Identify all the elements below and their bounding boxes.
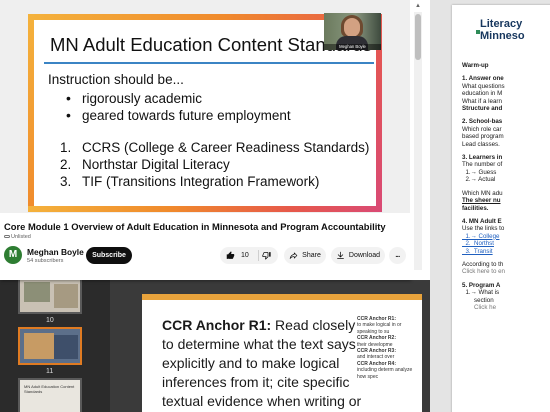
document-line: based program	[462, 133, 504, 141]
video-player-window: MN Adult Education Content Standards Ins…	[0, 0, 410, 280]
thumbnail-image	[54, 335, 78, 359]
side-note: CCR Anchor R1: to make logical in or spea…	[357, 316, 402, 335]
side-note: CCR Anchor R4: including determ analyze h…	[357, 360, 413, 380]
side-note: CCR Anchor R3: and interact over	[357, 348, 396, 361]
slide-number: 10	[46, 317, 54, 324]
slide-numbered-list: 1. CCRS (College & Career Readiness Stand…	[60, 139, 369, 190]
document-window: Literacy Minneso Warm-up 1. Answer one Wha…	[430, 0, 550, 412]
document-line: Use the links to	[462, 225, 505, 233]
slide-body-text[interactable]: CCR Anchor R1: Read closely to determine…	[162, 316, 362, 411]
download-icon	[337, 251, 344, 259]
slide-number: 11	[46, 368, 54, 375]
current-slide[interactable]: CCR Anchor R1: Read closely to determine…	[142, 294, 422, 412]
channel-avatar[interactable]: M	[4, 246, 22, 264]
document-line: education in M	[462, 90, 503, 98]
video-title: Core Module 1 Overview of Adult Educatio…	[4, 221, 386, 232]
share-button[interactable]: Share	[284, 247, 326, 264]
document-line: Click he	[462, 303, 497, 311]
logo-mark-icon	[476, 30, 480, 34]
share-icon	[289, 252, 298, 259]
slide-numbered-item: 2. Northstar Digital Literacy	[60, 157, 230, 172]
slide-title-rule	[44, 62, 374, 64]
slide-border-left	[28, 14, 34, 212]
thumbnail-image	[24, 333, 54, 359]
divider	[258, 250, 259, 261]
slide-numbered-item: 1. CCRS (College & Career Readiness Stand…	[60, 140, 370, 155]
thumbs-up-icon	[226, 251, 235, 259]
document-line: section	[462, 296, 494, 304]
webcam-name-label: Meghan Boyle	[324, 44, 381, 50]
document-line: What questions	[462, 82, 505, 90]
document-line: The sheer nu	[462, 197, 501, 205]
thumbnail-title: MN Adult Education Content Standards	[24, 384, 75, 394]
slide-bullet: rigorously academic	[66, 90, 291, 107]
visibility-badge: Unlisted	[4, 234, 31, 240]
presenter-webcam: Meghan Boyle	[324, 13, 381, 50]
slide-bullet: geared towards future employment	[66, 107, 291, 124]
share-label: Share	[302, 252, 321, 259]
document-line[interactable]: 1.→ College	[462, 233, 550, 240]
side-note: CCR Anchor R2: their developme	[357, 335, 396, 348]
document-line[interactable]: 2. Northst	[462, 240, 550, 247]
scroll-up-arrow-icon[interactable]: ▲	[414, 2, 422, 10]
document-line: According to th	[462, 260, 504, 268]
slide-anchor-label: CCR Anchor R1:	[162, 317, 272, 333]
document-line: Lead classes.	[462, 140, 500, 148]
document-line: Which MN adu	[462, 189, 503, 197]
document-line: What if a learn	[462, 97, 502, 105]
slide-bullet-list: rigorously academic geared towards futur…	[66, 90, 291, 124]
thumbnail-image	[24, 282, 50, 302]
document-line: 1.→ What is	[462, 289, 500, 297]
document-line: Warm-up	[462, 62, 489, 69]
document-line: Structure and	[462, 105, 503, 113]
scrollbar-thumb[interactable]	[415, 14, 421, 60]
thumbs-down-icon	[262, 252, 271, 260]
document-line: 2. School-bas	[462, 118, 503, 126]
slide-accent-bar	[142, 294, 422, 300]
slide-border-bottom	[28, 206, 382, 212]
like-button[interactable]: 10	[226, 247, 249, 264]
subscriber-count: 54 subscribers	[27, 258, 64, 264]
document-line: facilities.	[462, 204, 489, 212]
document-line: 1. Answer one	[462, 75, 504, 83]
screen: 10 11 MN Adult Education Content Standar…	[0, 0, 550, 412]
document-line: 4. MN Adult E	[462, 217, 502, 225]
slide-thumbnail[interactable]	[18, 276, 82, 314]
channel-name[interactable]: Meghan Boyle	[27, 247, 84, 257]
document-line: 5. Program A	[462, 281, 501, 289]
document-line: 3. Learners in	[462, 154, 503, 162]
document-line[interactable]: 3. Transit	[462, 248, 550, 255]
slide-numbered-item: 3. TIF (Transitions Integration Framework…	[60, 174, 320, 189]
more-actions-button[interactable]: ...	[389, 247, 406, 264]
dislike-button[interactable]	[262, 247, 271, 264]
document-line: Which role car	[462, 125, 502, 133]
slide-side-notes: CCR Anchor R1: to make logical in or spea…	[357, 316, 419, 380]
thumbnail-image	[54, 284, 78, 308]
link-icon	[4, 235, 10, 239]
video-player[interactable]: MN Adult Education Content Standards Ins…	[0, 0, 410, 213]
literacy-minnesota-logo: Literacy Minneso	[480, 18, 525, 42]
download-button[interactable]: Download	[331, 247, 385, 264]
subscribe-button[interactable]: Subscribe	[86, 247, 132, 264]
document-line: 2.→ Actual	[462, 176, 496, 184]
slide-thumbnail-panel[interactable]: 10 11 MN Adult Education Content Standar…	[0, 262, 110, 412]
document-line: Click here to en	[462, 268, 505, 276]
document-line: 1.→ Guess	[462, 168, 497, 176]
slide-canvas[interactable]: CCR Anchor R1: Read closely to determine…	[110, 262, 430, 412]
document-line: The number of	[462, 161, 503, 169]
slide-intro: Instruction should be...	[48, 72, 184, 87]
slide-thumbnail-selected[interactable]	[18, 327, 82, 365]
document-body[interactable]: Warm-up 1. Answer one What questions educat…	[462, 62, 550, 311]
like-count: 10	[241, 252, 249, 259]
slide-thumbnail[interactable]: MN Adult Education Content Standards	[18, 378, 82, 412]
like-dislike-group: 10	[220, 247, 278, 264]
download-label: Download	[348, 252, 381, 259]
